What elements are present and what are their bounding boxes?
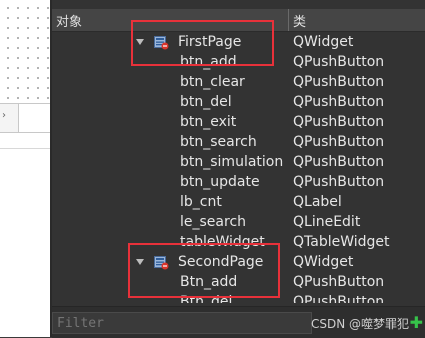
object-name: btn_update <box>180 174 260 190</box>
class-name: QPushButton <box>293 94 385 110</box>
tree-row[interactable]: le_search QLineEdit <box>52 213 425 233</box>
tree-row[interactable]: lb_cnt QLabel <box>52 193 425 213</box>
object-name: btn_del <box>180 94 232 110</box>
class-name: QWidget <box>293 34 354 50</box>
object-name: btn_search <box>180 134 257 150</box>
class-name: QTableWidget <box>293 234 390 250</box>
tree-row[interactable]: btn_simulation QPushButton <box>52 153 425 173</box>
column-separator[interactable] <box>288 9 289 31</box>
filter-bar: CSDN @噬梦罪犯 ✚ <box>52 306 425 338</box>
object-name: btn_exit <box>180 114 237 130</box>
class-name: QPushButton <box>293 114 385 130</box>
column-header-object[interactable]: 对象 <box>56 11 82 30</box>
object-name: le_search <box>180 214 247 230</box>
plus-icon: ✚ <box>409 313 423 332</box>
watermark: CSDN @噬梦罪犯 <box>310 317 409 331</box>
chevron-right-icon: › <box>2 110 6 121</box>
divider <box>0 148 50 149</box>
class-name: QLabel <box>293 194 342 210</box>
class-name: QWidget <box>293 254 354 270</box>
tree-row[interactable]: btn_search QPushButton <box>52 133 425 153</box>
tree-row[interactable]: btn_exit QPushButton <box>52 113 425 133</box>
column-header-class[interactable]: 类 <box>293 11 306 30</box>
class-name: QPushButton <box>293 274 385 290</box>
class-name: QPushButton <box>293 294 385 303</box>
object-name: btn_clear <box>180 74 245 90</box>
object-name: btn_simulation <box>180 154 284 170</box>
class-name: QPushButton <box>293 74 385 90</box>
class-name: QPushButton <box>293 174 385 190</box>
divider <box>0 132 50 133</box>
tree-row[interactable]: btn_update QPushButton <box>52 173 425 193</box>
highlight-box <box>131 20 274 66</box>
class-name: QLineEdit <box>293 214 361 230</box>
filter-input[interactable] <box>52 312 312 334</box>
class-name: QPushButton <box>293 54 385 70</box>
form-canvas-area: › <box>0 0 50 337</box>
class-name: QPushButton <box>293 134 385 150</box>
object-inspector: 对象 类 FirstPage QWidget btn_add QPushButton b… <box>52 0 425 338</box>
highlight-box <box>128 243 280 298</box>
tree-row[interactable]: btn_del QPushButton <box>52 93 425 113</box>
tree-row[interactable]: btn_clear QPushButton <box>52 73 425 93</box>
class-name: QPushButton <box>293 154 385 170</box>
grid-dots <box>0 0 50 100</box>
collapse-handle[interactable]: › <box>0 104 19 132</box>
object-name: lb_cnt <box>180 194 222 210</box>
